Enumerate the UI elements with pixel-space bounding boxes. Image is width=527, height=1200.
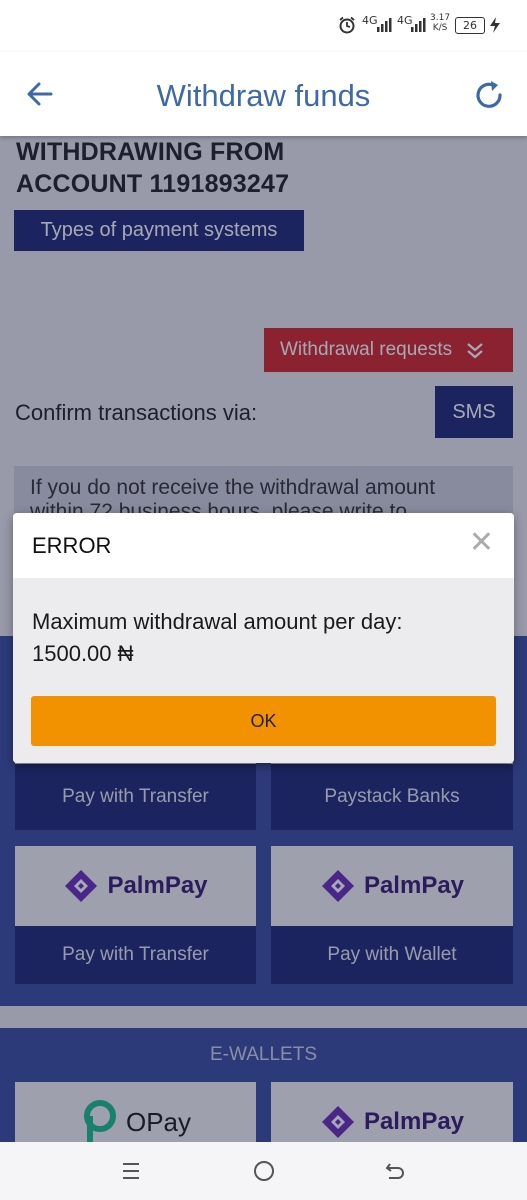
signal-icon [411, 18, 426, 32]
network-speed: 3.17 K/S [430, 13, 451, 33]
system-nav-bar [0, 1142, 527, 1200]
page-title: Withdraw funds [156, 78, 371, 113]
status-bar: 4G 4G 3.17 K/S 26 [0, 0, 527, 52]
home-icon[interactable] [252, 1159, 276, 1183]
ok-button[interactable]: OK [31, 696, 496, 746]
refresh-icon[interactable] [474, 80, 506, 110]
charging-icon [490, 17, 500, 33]
battery-indicator: 26 [455, 17, 485, 34]
app-header: Withdraw funds [0, 52, 527, 136]
menu-icon[interactable] [120, 1160, 142, 1182]
error-dialog: ERROR ✕ Maximum withdrawal amount per da… [13, 513, 514, 763]
alarm-icon [339, 16, 355, 34]
back-icon[interactable] [383, 1159, 407, 1183]
close-icon[interactable]: ✕ [469, 525, 494, 560]
signal-icon [377, 18, 392, 32]
dialog-header: ERROR ✕ [13, 513, 514, 578]
dialog-message: Maximum withdrawal amount per day: 1500.… [32, 609, 403, 666]
dialog-title: ERROR [32, 533, 112, 558]
dialog-body: Maximum withdrawal amount per day: 1500.… [13, 578, 514, 763]
